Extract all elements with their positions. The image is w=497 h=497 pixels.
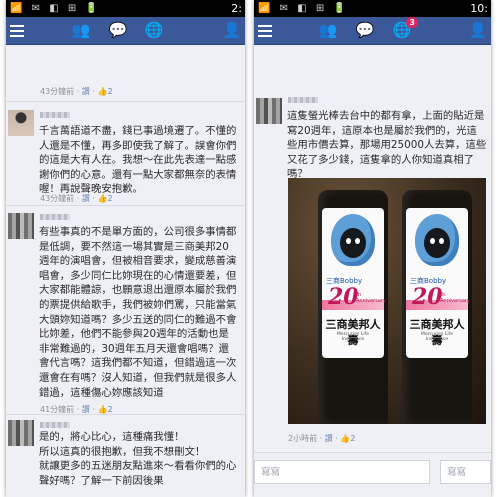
thumbs-up-icon: 👍 [340, 434, 351, 443]
comment-text: 是的，將心比心，這種痛我懂！ 所以這真的很抱歉，但我不想刪文！ 就讓更多的五迷朋… [39, 431, 237, 487]
like-count: 2 [107, 87, 113, 96]
comment-meta: 43分鐘前 · 讚 · 👍2 [40, 194, 113, 203]
status-clock: 2: [231, 2, 242, 15]
reply-input[interactable]: 寫寫 [254, 460, 430, 484]
reply-button-label: 寫寫 [447, 467, 467, 478]
commenter-name[interactable] [40, 214, 70, 220]
avatar[interactable] [8, 213, 34, 239]
light-stick-left: 三商Bobby 20 th Anniversary 三商美邦人壽 Mercuri… [318, 190, 388, 424]
divider [6, 205, 245, 206]
globe-icon[interactable]: 🌐 [144, 21, 164, 39]
sticker-anniversary: 20 [328, 284, 359, 310]
comment-time: 43分鐘前 [40, 87, 75, 96]
reply-placeholder: 寫寫 [261, 467, 281, 478]
comment-time: 43分鐘前 [40, 194, 75, 203]
commenter-name[interactable] [40, 112, 70, 118]
menu-icon[interactable] [10, 22, 24, 38]
comment-text: 千言萬語道不盡，錢已事過境遷了。不懂的人還是不懂，再多即使我了解了。誤會你們的這… [39, 125, 237, 196]
like-count: 2 [107, 194, 113, 203]
messages-icon[interactable]: 💬 [355, 21, 375, 39]
person-icon[interactable]: 👤 [468, 21, 488, 39]
notification-badge: 3 [406, 17, 418, 28]
avatar[interactable] [8, 110, 34, 136]
like-link[interactable]: 讚 [82, 405, 90, 414]
comment-text: 有些事真的不是單方面的，公司很多事情都是低調，要不然這一場其實是三商美邦20週年… [39, 226, 237, 399]
status-icons: 📶 ✉ ◧ ⊞ 🔋 [10, 3, 101, 14]
comment-meta: 43分鐘前 · 讚 · 👍2 [40, 87, 113, 96]
menu-icon[interactable] [258, 22, 272, 38]
status-clock: 10: [470, 2, 488, 15]
sticker-anniversary-sub: th Anniversary [440, 292, 470, 304]
globe-icon[interactable]: 🌐 3 [392, 17, 418, 39]
sticker-company-en: Mercuries Life Insurance [336, 332, 370, 342]
mascot-drop-icon [415, 214, 459, 266]
comment-meta: 2小時前 · 讚 · 👍2 [288, 434, 356, 443]
comment-photo[interactable]: 三商Bobby 20 th Anniversary 三商美邦人壽 Mercuri… [288, 178, 486, 424]
friends-icon[interactable]: 👥 [318, 21, 338, 39]
friends-icon[interactable]: 👥 [71, 21, 91, 39]
status-bar: 📶 ✉ ◧ ⊞ 🔋 2: [6, 0, 245, 17]
sticker-company-en: Mercuries Life Insurance [420, 332, 454, 342]
facebook-toolbar: 👥 💬 🌐 3 👤 [254, 17, 491, 45]
messages-icon[interactable]: 💬 [108, 21, 128, 39]
comment-time: 41分鐘前 [40, 405, 75, 414]
like-count: 2 [350, 434, 356, 443]
mascot-drop-icon [331, 214, 375, 266]
comment-time: 2小時前 [288, 434, 318, 443]
divider [6, 101, 245, 102]
avatar[interactable] [256, 98, 282, 124]
status-icons: 📶 ✉ ◧ ⊞ 🔋 [258, 3, 349, 14]
thumbs-up-icon: 👍 [97, 405, 108, 414]
commenter-name[interactable] [288, 97, 318, 103]
right-screenshot: 📶 ✉ ◧ ⊞ 🔋 10: 👥 💬 🌐 3 👤 這隻螢光棒去台中的都有拿，上面的貼… [254, 0, 491, 497]
thumbs-up-icon: 👍 [97, 87, 108, 96]
sticker-anniversary-sub: th Anniversary [356, 292, 386, 304]
like-link[interactable]: 讚 [325, 434, 333, 443]
facebook-toolbar: 👥 💬 🌐 👤 [6, 17, 245, 45]
like-link[interactable]: 讚 [82, 194, 90, 203]
person-icon[interactable]: 👤 [222, 21, 242, 39]
thumbs-up-icon: 👍 [97, 194, 108, 203]
reply-button[interactable]: 寫寫 [440, 460, 491, 484]
like-count: 2 [107, 405, 113, 414]
divider [254, 452, 491, 453]
like-link[interactable]: 讚 [82, 87, 90, 96]
comment-text: 這隻螢光棒去台中的都有拿，上面的貼近是寫20週年，這原本也是屬於我們的，光這些用… [287, 110, 487, 181]
sticker-anniversary: 20 [412, 284, 443, 310]
avatar[interactable] [8, 420, 34, 446]
divider [6, 414, 245, 415]
status-bar: 📶 ✉ ◧ ⊞ 🔋 10: [254, 0, 491, 17]
commenter-name[interactable] [40, 422, 70, 428]
left-screenshot: 📶 ✉ ◧ ⊞ 🔋 2: 👥 💬 🌐 👤 43分鐘前 · 讚 · 👍2 千言萬語… [6, 0, 245, 497]
light-stick-right: 三商Bobby 20 th Anniversary 三商美邦人壽 Mercuri… [402, 190, 472, 424]
